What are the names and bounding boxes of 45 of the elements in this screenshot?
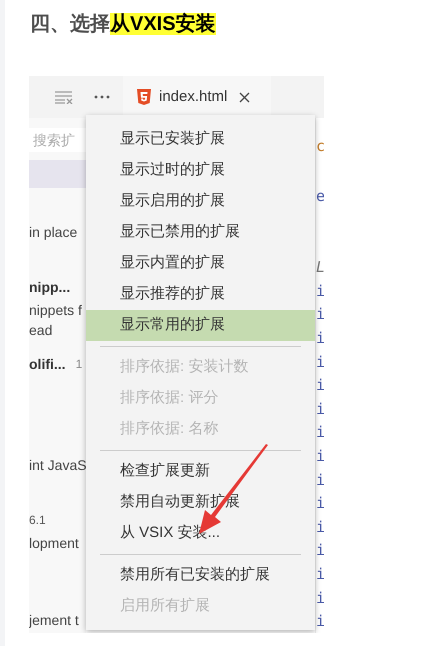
code-character: i <box>316 280 324 302</box>
section-heading: 四、选择从VXIS安装 <box>30 13 216 35</box>
menu-item[interactable]: 禁用所有已安装的扩展 <box>86 560 315 591</box>
extension-text: 6.1 <box>29 512 46 529</box>
menu-item[interactable]: 显示已禁用的扩展 <box>86 217 315 248</box>
extension-text: int JavaS <box>29 456 86 474</box>
code-character: i <box>316 516 324 538</box>
code-character: i <box>316 611 324 632</box>
menu-item[interactable]: 显示过时的扩展 <box>86 155 315 186</box>
code-character: i <box>316 446 324 467</box>
code-character: i <box>316 588 324 608</box>
extension-text: lopment <box>29 534 79 553</box>
menu-item[interactable]: 显示启用的扩展 <box>86 186 315 217</box>
menu-item[interactable]: 检查扩展更新 <box>86 456 315 487</box>
code-character: c <box>316 136 324 157</box>
more-icon[interactable] <box>94 95 110 99</box>
code-character: i <box>316 352 324 373</box>
extension-text: in place <box>29 222 78 242</box>
extension-text: nipp... <box>29 278 70 297</box>
code-character: e <box>316 186 324 207</box>
html-file-icon <box>137 89 151 105</box>
search-field[interactable]: 搜索扩 <box>29 130 86 150</box>
extension-text: nippets f <box>29 300 82 320</box>
code-character: i <box>316 304 324 326</box>
code-character: i <box>316 470 324 491</box>
code-character: i <box>316 422 324 444</box>
code-character: i <box>316 398 324 420</box>
extension-text: olifi... <box>29 354 66 374</box>
menu-item[interactable]: 显示推荐的扩展 <box>86 279 315 310</box>
clear-list-icon[interactable] <box>54 90 74 104</box>
extension-count: 1 <box>76 356 82 373</box>
highlighted-row <box>29 160 86 188</box>
code-character: i <box>316 328 324 349</box>
extension-text: ead <box>29 320 52 340</box>
code-character: i <box>316 493 324 514</box>
editor-tab[interactable]: index.html <box>123 76 271 118</box>
extension-text: jement t <box>29 610 79 630</box>
code-character: i <box>316 375 324 396</box>
menu-item[interactable]: 显示已安装扩展 <box>86 124 315 155</box>
code-character: i <box>316 540 324 562</box>
code-character: L <box>316 257 324 278</box>
menu-item[interactable]: 显示内置的扩展 <box>86 248 315 279</box>
code-character: i <box>316 564 324 585</box>
menu-item[interactable]: 显示常用的扩展 <box>86 310 315 341</box>
close-icon[interactable] <box>239 92 250 102</box>
